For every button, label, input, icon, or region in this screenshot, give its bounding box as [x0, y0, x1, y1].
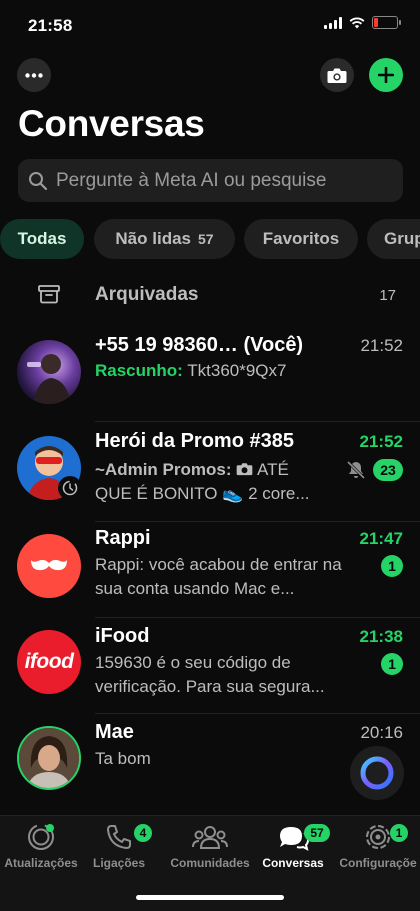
search-bar[interactable]: Pergunte à Meta AI ou pesquise [18, 159, 403, 202]
chat-name: iFood [95, 625, 150, 647]
battery-icon [372, 16, 401, 29]
tab-conversas[interactable]: Conversas 57 [248, 822, 338, 870]
chat-name: Rappi [95, 527, 151, 549]
avatar [17, 340, 81, 404]
meta-ai-button[interactable] [350, 746, 404, 800]
wifi-icon [349, 17, 365, 28]
search-placeholder: Pergunte à Meta AI ou pesquise [56, 169, 327, 191]
archive-icon [38, 285, 60, 304]
settings-icon [366, 825, 390, 849]
chat-name: Herói da Promo #385 [95, 430, 294, 452]
chat-preview: 159630 é o seu código de verificação. Pa… [95, 653, 325, 696]
preview-text-line2: QUE É BONITO 👟 2 core... [95, 484, 310, 503]
chat-time: 21:52 [359, 432, 403, 451]
unread-badge: 23 [373, 459, 403, 481]
chat-row-rappi[interactable]: Rappi 21:47 Rappi: você acabou de entrar… [0, 522, 420, 618]
filter-chip-label: Favoritos [262, 229, 340, 248]
filter-chip-label: Grup [384, 229, 420, 248]
filter-chip-grupos[interactable]: Grup [367, 219, 420, 259]
phone-icon [107, 825, 131, 849]
meta-ai-icon [360, 756, 394, 790]
chat-time: 21:52 [360, 336, 403, 355]
tab-badge: 57 [304, 824, 330, 842]
status-icons [324, 16, 401, 29]
chat-row-self[interactable]: +55 19 98360… (Você) 21:52 Rascunho: Tkt… [0, 322, 420, 422]
ifood-avatar: ifood [17, 630, 81, 694]
search-icon [29, 171, 48, 190]
filter-chip-label: Não lidas [115, 229, 191, 248]
filter-chip-count: 57 [198, 231, 214, 247]
unread-badge: 1 [381, 653, 403, 675]
cellular-signal-icon [324, 16, 342, 29]
plus-icon [378, 67, 394, 83]
preview-text-line1: ATÉ [257, 460, 289, 479]
chat-row-ifood[interactable]: ifood iFood 21:38 159630 é o seu código … [0, 618, 420, 714]
chat-preview: Rascunho: Tkt360*9Qx7 [95, 359, 360, 383]
chat-row-heroi-da-promo[interactable]: Herói da Promo #385 21:52 ~Admin Promos:… [0, 422, 420, 522]
unread-badge: 1 [381, 555, 403, 577]
tab-label: Conversas [262, 856, 324, 870]
mustache-icon [31, 559, 67, 571]
tab-badge: 4 [134, 824, 152, 842]
page-title: Conversas [18, 103, 205, 144]
draft-text: Tkt360*9Qx7 [187, 361, 287, 380]
filter-chip-favoritos[interactable]: Favoritos [244, 219, 358, 259]
more-button[interactable] [17, 58, 51, 92]
tab-comunidades[interactable]: Comunidades [165, 822, 255, 870]
chat-time: 21:47 [359, 529, 403, 548]
rappi-avatar [17, 534, 81, 598]
camera-icon [327, 68, 347, 83]
communities-icon [192, 826, 228, 849]
camera-button[interactable] [320, 58, 354, 92]
filter-chip-nao-lidas[interactable]: Não lidas 57 [94, 219, 235, 259]
filter-chip-todas[interactable]: Todas [0, 219, 84, 259]
tab-label: Ligações [92, 856, 146, 870]
camera-icon [236, 463, 253, 476]
filter-chips: Todas Não lidas 57 Favoritos Grup [0, 219, 420, 259]
tab-label: Configuraçõe [339, 856, 417, 870]
chat-preview: Ta bom [95, 749, 151, 768]
community-badge [58, 476, 82, 500]
updates-icon [28, 824, 54, 850]
chat-time: 21:38 [359, 627, 403, 646]
tab-configuracoes[interactable]: Configuraçõe 1 [333, 822, 420, 870]
archived-label: Arquivadas [95, 284, 199, 305]
tab-label: Comunidades [170, 856, 250, 870]
ellipsis-icon [25, 72, 43, 78]
chat-preview: ~Admin Promos: ATÉ QUE É BONITO 👟 2 core… [95, 458, 345, 506]
archived-count: 17 [379, 287, 396, 304]
new-chat-button[interactable] [369, 58, 403, 92]
tab-ligacoes[interactable]: Ligações 4 [74, 822, 164, 870]
filter-chip-label: Todas [17, 229, 67, 248]
draft-label: Rascunho: [95, 361, 183, 380]
chat-time: 20:16 [360, 723, 403, 742]
status-time: 21:58 [28, 16, 73, 35]
chat-name: Mae [95, 721, 134, 743]
chat-name: +55 19 98360… (Você) [95, 334, 304, 356]
tab-badge: 1 [390, 824, 408, 842]
chat-preview: Rappi: você acabou de entrar na sua cont… [95, 555, 342, 598]
timer-icon [62, 480, 78, 496]
muted-bell-icon [346, 460, 366, 480]
tab-label: Atualizações [4, 856, 78, 870]
archived-row[interactable]: Arquivadas 17 [0, 270, 420, 320]
preview-sender: ~Admin Promos: [95, 460, 232, 479]
home-indicator [136, 895, 284, 900]
avatar-with-status [17, 726, 81, 790]
ifood-logo: ifood [24, 650, 74, 673]
